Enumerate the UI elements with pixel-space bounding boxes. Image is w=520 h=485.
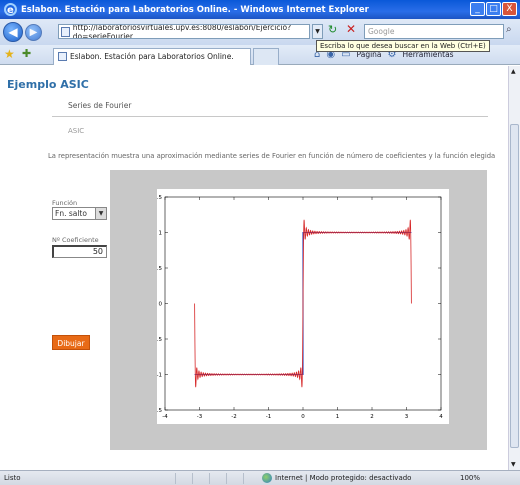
y-tick-label: -1.5: [157, 408, 162, 414]
minimize-button[interactable]: _: [470, 2, 485, 16]
x-tick-label: 3: [405, 414, 409, 420]
coefficient-label: Nº Coeficiente: [52, 236, 99, 244]
back-button[interactable]: ◀: [3, 22, 23, 42]
function-select[interactable]: Fn. salto ▼: [52, 207, 107, 220]
url-text: http://laboratoriosvirtuales.upv.es:8080…: [72, 24, 292, 39]
x-tick-label: -3: [197, 414, 203, 420]
x-tick-label: -1: [266, 414, 271, 420]
status-segment: [226, 473, 240, 484]
internet-explorer-icon: e: [4, 3, 17, 16]
svg-text:e: e: [7, 5, 14, 16]
page-content: Ejemplo ASIC Series de Fourier ASIC La r…: [0, 66, 508, 470]
y-tick-label: 0.5: [157, 266, 162, 272]
y-tick-label: 1.5: [157, 195, 162, 201]
scrollbar-thumb[interactable]: [510, 124, 519, 448]
search-tooltip: Escriba lo que desea buscar en la Web (C…: [316, 40, 490, 52]
description-text: La representación muestra una aproximaci…: [48, 152, 496, 160]
divider: [52, 116, 488, 117]
function-select-value: Fn. salto: [55, 209, 87, 218]
section-title: Series de Fourier: [68, 101, 132, 110]
search-input[interactable]: Google: [364, 24, 504, 39]
address-field[interactable]: http://laboratoriosvirtuales.upv.es:8080…: [58, 24, 310, 39]
page-title: Ejemplo ASIC: [7, 78, 89, 91]
zoom-level[interactable]: 100%: [460, 474, 480, 482]
x-tick-label: -2: [231, 414, 236, 420]
x-tick-label: 2: [370, 414, 374, 420]
y-tick-label: 1: [159, 231, 163, 237]
internet-globe-icon: [262, 473, 272, 483]
vertical-scrollbar[interactable]: ▲ ▼: [508, 66, 520, 470]
x-tick-label: 1: [336, 414, 340, 420]
refresh-icon[interactable]: ↻: [328, 23, 337, 36]
page-icon: [58, 52, 67, 61]
x-tick-label: -4: [162, 414, 168, 420]
subtitle: ASIC: [68, 127, 85, 135]
status-segment: [192, 473, 206, 484]
coefficient-input[interactable]: 50: [52, 245, 107, 258]
window-title-bar: e Eslabon. Estación para Laboratorios On…: [0, 0, 520, 19]
address-dropdown-button[interactable]: ▼: [312, 24, 323, 39]
page-icon: [61, 26, 70, 37]
status-text: Listo: [4, 474, 21, 482]
y-tick-label: -1: [157, 373, 162, 379]
y-tick-label: -0.5: [157, 337, 162, 343]
zone-text: Internet | Modo protegido: desactivado: [275, 474, 412, 482]
plot-panel: -4 -3 -2 -1 0 1 2 3 4 -1.5 -1 -0.5 0 0.5 1 1.5: [110, 170, 487, 450]
draw-button[interactable]: Dibujar: [52, 335, 90, 350]
function-label: Función: [52, 199, 78, 207]
security-zone: Internet | Modo protegido: desactivado: [262, 473, 411, 483]
status-bar: Listo Internet | Modo protegido: desacti…: [0, 470, 520, 485]
chevron-down-icon[interactable]: ▼: [95, 208, 106, 219]
tab-label: Eslabon. Estación para Laboratorios Onli…: [70, 52, 234, 61]
stop-icon[interactable]: ✕: [346, 22, 356, 36]
maximize-button[interactable]: □: [486, 2, 501, 16]
x-tick-label: 0: [301, 414, 305, 420]
status-segment: [243, 473, 257, 484]
new-tab-button[interactable]: [253, 48, 279, 65]
x-tick-label: 4: [439, 414, 443, 420]
status-segment: [175, 473, 189, 484]
search-icon[interactable]: ⌕: [506, 24, 512, 35]
scroll-up-arrow-icon[interactable]: ▲: [511, 68, 516, 75]
window-title: Eslabon. Estación para Laboratorios Onli…: [21, 4, 369, 15]
fourier-chart: -4 -3 -2 -1 0 1 2 3 4 -1.5 -1 -0.5 0 0.5 1 1.5: [151, 195, 443, 420]
favorites-star-icon[interactable]: ★: [4, 47, 15, 61]
plot-area: -4 -3 -2 -1 0 1 2 3 4 -1.5 -1 -0.5 0 0.5 1 1.5: [151, 189, 449, 424]
forward-button[interactable]: ▶: [25, 23, 42, 41]
y-tick-label: 0: [159, 302, 163, 308]
add-favorites-icon[interactable]: ✚: [22, 47, 31, 60]
scroll-down-arrow-icon[interactable]: ▼: [511, 461, 516, 468]
tab-eslabon[interactable]: Eslabon. Estación para Laboratorios Onli…: [53, 48, 251, 65]
close-button[interactable]: X: [502, 2, 517, 16]
status-segment: [209, 473, 223, 484]
